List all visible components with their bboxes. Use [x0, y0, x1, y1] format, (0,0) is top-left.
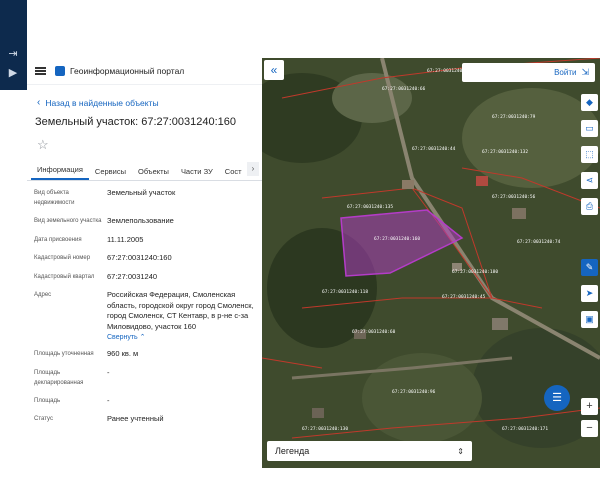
- select-area-icon[interactable]: ⬚: [581, 146, 598, 163]
- tab-info[interactable]: Информация: [31, 165, 89, 180]
- attribute-label: Площадь декларированная: [34, 369, 84, 386]
- login-label: Войти: [554, 68, 577, 77]
- parcel-label: 67:27:0031240:79: [492, 114, 536, 120]
- share-icon[interactable]: ⋖: [581, 172, 598, 189]
- parcel-label: 67:27:0031240:130: [302, 426, 348, 432]
- tab-objects[interactable]: Объекты: [132, 167, 175, 180]
- screen-icon[interactable]: ▣: [581, 311, 598, 328]
- legend-label: Легенда: [275, 446, 310, 456]
- panel-header: Геоинформационный портал: [27, 58, 262, 85]
- attribute-value: 11.11.2005: [107, 234, 144, 244]
- chevron-up-icon: ⌃: [139, 334, 146, 341]
- app-sidebar-strip: ⇥ ▶: [0, 0, 27, 90]
- zoom-controls: + −: [581, 398, 598, 442]
- attribute-row: Площадь уточненная 960 кв. м: [34, 349, 262, 360]
- play-icon[interactable]: ▶: [6, 66, 20, 80]
- parcel-label: 67:27:0031240:180: [452, 269, 498, 275]
- login-bar[interactable]: Войти ⇲: [462, 63, 595, 82]
- attribute-value: 67:27:0031240: [107, 271, 158, 281]
- login-icon: ⇲: [581, 67, 589, 77]
- print-icon[interactable]: ⎙: [581, 198, 598, 215]
- parcel-label: 67:27:0031240:96: [392, 389, 436, 395]
- attribute-row: Адрес Российская Федерация, Смоленская о…: [34, 290, 262, 341]
- attribute-list: Вид объекта недвижимости Земельный участ…: [27, 181, 262, 425]
- attribute-row: Дата присвоения 11.11.2005: [34, 235, 262, 246]
- attribute-row: Площадь -: [34, 396, 262, 407]
- zoom-out-icon[interactable]: −: [581, 420, 598, 437]
- legend-dropdown[interactable]: Легенда ⇕: [267, 441, 472, 461]
- draw-icon[interactable]: ✎: [581, 259, 598, 276]
- attribute-value: Землепользование: [107, 216, 174, 225]
- chevron-left-icon: ‹: [37, 97, 41, 108]
- chat-button-icon[interactable]: ☰: [544, 385, 570, 411]
- menu-icon[interactable]: [35, 67, 46, 75]
- collapse-panel-button[interactable]: «: [264, 60, 284, 80]
- tab-bar: Информация Сервисы Объекты Части ЗУ Сост…: [27, 162, 262, 181]
- collapse-label: Свернуть: [107, 334, 138, 341]
- attribute-value: -: [107, 367, 110, 377]
- attribute-value: Российская Федерация, Смоленская область…: [107, 290, 254, 331]
- zoom-in-icon[interactable]: +: [581, 398, 598, 415]
- cadastral-map[interactable]: 67:27:0031240:5 67:27:0031240:66 67:27:0…: [262, 58, 600, 468]
- locate-icon[interactable]: ➤: [581, 285, 598, 302]
- object-title: Земельный участок: 67:27:0031240:160: [35, 116, 237, 128]
- attribute-value: 67:27:0031240:160: [107, 253, 172, 262]
- attribute-value: 960 кв. м: [107, 349, 139, 358]
- tab-parts[interactable]: Части ЗУ: [175, 167, 219, 180]
- attribute-row: Площадь декларированная -: [34, 368, 262, 388]
- layers-icon[interactable]: ◆: [581, 94, 598, 111]
- parcel-label: 67:27:0031240:45: [442, 294, 486, 300]
- attribute-label: Статус: [34, 416, 53, 422]
- attribute-value: Земельный участок: [107, 188, 176, 197]
- tab-composition[interactable]: Сост: [219, 167, 248, 180]
- portal-title: Геоинформационный портал: [70, 66, 185, 76]
- parcel-label: 67:27:0031240:74: [517, 239, 561, 245]
- collapse-address-link[interactable]: Свернуть ⌃: [107, 333, 262, 341]
- attribute-label: Адрес: [34, 292, 52, 298]
- attribute-label: Площадь уточненная: [34, 351, 94, 357]
- exit-icon[interactable]: ⇥: [6, 47, 20, 61]
- parcel-label: 67:27:0031240:132: [482, 149, 528, 155]
- attribute-label: Вид объекта недвижимости: [34, 190, 75, 206]
- parcel-label: 67:27:0031240:171: [502, 426, 548, 432]
- attribute-value: -: [107, 395, 110, 405]
- attribute-label: Дата присвоения: [34, 236, 82, 243]
- parcel-label: 67:27:0031240:60: [352, 329, 396, 335]
- parcel-label: 67:27:0031240:118: [322, 289, 368, 295]
- parcel-label: 67:27:0031240:66: [382, 86, 426, 92]
- attribute-label: Площадь: [34, 397, 61, 404]
- tab-services[interactable]: Сервисы: [89, 167, 132, 180]
- parcel-label: 67:27:0031240:56: [492, 194, 536, 200]
- map-toolbar: ◆ ▭ ⬚ ⋖ ⎙ ✎ ➤ ▣: [581, 94, 598, 337]
- portal-logo-icon: [55, 66, 65, 76]
- attribute-row: Вид объекта недвижимости Земельный участ…: [34, 188, 262, 208]
- attribute-label: Кадастровый квартал: [34, 273, 95, 280]
- attribute-value: Ранее учтенный: [107, 414, 164, 423]
- info-panel: Геоинформационный портал ‹ Назад в найде…: [27, 58, 263, 468]
- card-icon[interactable]: ▭: [581, 120, 598, 137]
- back-link[interactable]: ‹ Назад в найденные объекты: [37, 97, 262, 108]
- tabs-scroll-right-icon[interactable]: ›: [247, 162, 259, 176]
- parcel-label: 67:27:0031240:160: [374, 236, 420, 242]
- attribute-row: Кадастровый квартал 67:27:0031240: [34, 272, 262, 283]
- favorite-star-icon[interactable]: ☆: [37, 138, 51, 152]
- parcel-label: 67:27:0031240:135: [347, 204, 393, 210]
- chevron-updown-icon: ⇕: [457, 446, 464, 456]
- attribute-label: Кадастровый номер: [34, 255, 91, 261]
- attribute-row: Кадастровый номер 67:27:0031240:160: [34, 253, 262, 264]
- attribute-row: Вид земельного участка Землепользование: [34, 216, 262, 227]
- attribute-label: Вид земельного участка: [34, 218, 102, 224]
- parcel-label: 67:27:0031240:44: [412, 146, 456, 152]
- attribute-row: Статус Ранее учтенный: [34, 414, 262, 425]
- back-link-label: Назад в найденные объекты: [45, 97, 159, 108]
